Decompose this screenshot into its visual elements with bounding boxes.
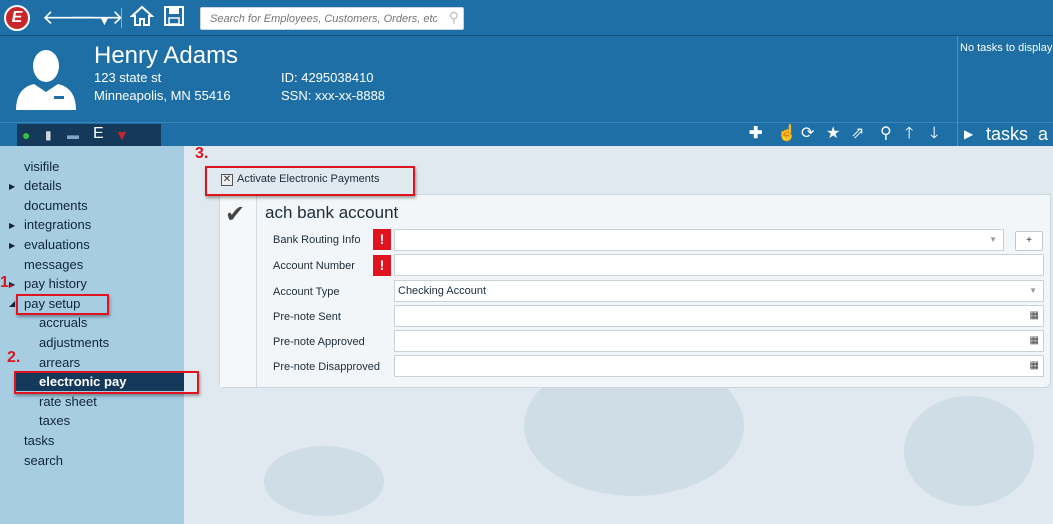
sidebar-item-pay-history[interactable]: pay history — [24, 276, 87, 292]
card-status-column: ✔ — [220, 195, 257, 387]
routing-label: Bank Routing Info — [273, 234, 361, 246]
add-routing-button[interactable]: + — [1015, 231, 1043, 251]
sidebar-item-messages[interactable]: messages — [24, 257, 83, 273]
collapse-caret-icon[interactable]: ◢ — [9, 299, 15, 308]
save-icon[interactable] — [163, 5, 185, 33]
annotation-step-2: 2. — [7, 349, 21, 366]
sidebar-item-arrears[interactable]: arrears — [39, 355, 80, 371]
sidebar-item-documents[interactable]: documents — [24, 198, 88, 214]
status-green-dot-icon: ● — [22, 127, 31, 143]
annotation-box-activate — [205, 166, 415, 196]
id-card-icon[interactable]: ▮ — [45, 127, 52, 143]
filter-red-icon[interactable]: ▼ — [115, 127, 129, 143]
account-type-select[interactable]: Checking Account ▼ — [394, 280, 1044, 302]
expand-caret-icon[interactable]: ▶ — [9, 241, 15, 250]
account-number-field[interactable] — [394, 254, 1044, 276]
sidebar-item-rate-sheet[interactable]: rate sheet — [39, 394, 97, 410]
account-type-label: Account Type — [273, 286, 340, 298]
chevron-down-icon[interactable]: ▼ — [1029, 281, 1037, 301]
background-splash — [264, 446, 384, 516]
search-input[interactable] — [201, 8, 437, 29]
expand-caret-icon[interactable]: ▶ — [9, 221, 15, 230]
annotation-box-pay-setup — [16, 294, 109, 315]
toolbar-separator — [121, 8, 122, 28]
tasks-panel: No tasks to display — [957, 36, 1053, 122]
account-type-value: Checking Account — [398, 285, 487, 297]
forward-arrow-icon[interactable]: 🡒 — [70, 6, 124, 30]
global-search[interactable]: ⚲ — [200, 7, 464, 30]
tasks-extra-label: a — [1038, 124, 1049, 144]
add-icon[interactable]: ✚ — [749, 125, 762, 143]
calendar-icon[interactable]: ▦ — [1030, 356, 1039, 376]
annotation-step-1: 1. — [0, 274, 14, 291]
bank-routing-select[interactable]: ▼ — [394, 229, 1004, 251]
e-label[interactable]: E — [93, 126, 104, 142]
sidebar-item-visifile[interactable]: visifile — [24, 159, 59, 175]
up-arrow-icon[interactable]: 🡑 — [905, 125, 913, 143]
sidebar-item-accruals[interactable]: accruals — [39, 315, 87, 331]
required-warning-icon: ! — [373, 229, 391, 250]
card-icon[interactable]: ▬ — [67, 127, 79, 143]
calendar-icon[interactable]: ▦ — [1030, 306, 1039, 326]
annotation-step-3: 3. — [195, 145, 209, 162]
prenote-sent-date-field[interactable]: ▦ — [394, 305, 1044, 327]
checkmark-icon: ✔ — [225, 201, 246, 228]
home-icon[interactable] — [129, 4, 155, 34]
favorite-star-icon[interactable]: ★ — [826, 125, 840, 143]
prenote-sent-label: Pre-note Sent — [273, 311, 341, 323]
calendar-icon[interactable]: ▦ — [1030, 331, 1039, 351]
required-warning-icon: ! — [373, 255, 391, 276]
search-icon[interactable]: ⚲ — [449, 9, 459, 26]
employee-ssn: SSN: xxx-xx-8888 — [281, 88, 386, 103]
employee-id: ID: 4295038410 — [281, 70, 374, 85]
sidebar-item-integrations[interactable]: integrations — [24, 217, 91, 233]
prenote-disapproved-date-field[interactable]: ▦ — [394, 355, 1044, 377]
avatar — [12, 44, 80, 112]
sidebar-item-taxes[interactable]: taxes — [39, 413, 70, 429]
history-dropdown-icon[interactable]: ▼ — [98, 9, 111, 33]
play-icon[interactable]: ▶ — [964, 127, 973, 141]
down-arrow-icon[interactable]: 🡓 — [930, 125, 938, 143]
app-logo[interactable]: E — [4, 5, 30, 31]
address-line-1: 123 state st — [94, 70, 162, 85]
sidebar-item-tasks[interactable]: tasks — [24, 433, 54, 449]
tasks-header: tasks a — [986, 124, 1048, 145]
address-line-2: Minneapolis, MN 55416 — [94, 88, 231, 103]
sidebar-item-adjustments[interactable]: adjustments — [39, 335, 109, 351]
status-strip: ● ▮ ▬ E ▼ — [17, 124, 161, 146]
prenote-approved-date-field[interactable]: ▦ — [394, 330, 1044, 352]
prenote-approved-label: Pre-note Approved — [273, 336, 365, 348]
account-number-label: Account Number — [273, 260, 355, 272]
action-bar: ● ▮ ▬ E ▼ ✚ ☝ ⟳ ★ ⇗ ⚲ 🡑 🡓 — [0, 122, 957, 146]
sidebar-item-search[interactable]: search — [24, 453, 63, 469]
refresh-icon[interactable]: ⟳ — [801, 125, 814, 143]
sidebar-item-evaluations[interactable]: evaluations — [24, 237, 90, 253]
zoom-icon[interactable]: ⚲ — [880, 125, 892, 143]
top-toolbar: E 🡐 🡒 ▼ ⚲ — [0, 0, 1053, 36]
external-link-icon[interactable]: ⇗ — [851, 125, 864, 143]
tasks-label: tasks — [986, 124, 1029, 144]
sidebar-item-details[interactable]: details — [24, 178, 62, 194]
ach-bank-account-card: ✔ ach bank account Bank Routing Info ! ▼… — [219, 194, 1051, 388]
employee-name: Henry Adams — [94, 42, 239, 69]
chevron-down-icon[interactable]: ▼ — [989, 230, 997, 250]
prenote-disapproved-label: Pre-note Disapproved — [273, 361, 381, 373]
annotation-box-electronic-pay — [14, 371, 199, 394]
employee-header: Henry Adams 123 state st Minneapolis, MN… — [0, 36, 957, 122]
pointer-icon[interactable]: ☝ — [777, 125, 797, 143]
expand-caret-icon[interactable]: ▶ — [9, 182, 15, 191]
card-title: ach bank account — [265, 203, 399, 222]
no-tasks-message: No tasks to display — [960, 42, 1053, 54]
background-splash — [904, 396, 1034, 506]
tasks-bar[interactable]: ▶ tasks a — [957, 122, 1053, 146]
